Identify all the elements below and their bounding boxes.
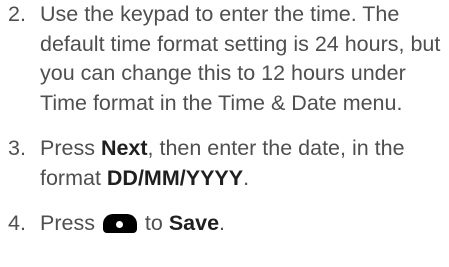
step-number: 4. [8, 211, 26, 235]
date-format-label: DD/MM/YYYY [106, 165, 244, 190]
step-number: 2. [8, 2, 26, 26]
instruction-steps: 2. Use the keypad to enter the time. The… [8, 0, 444, 239]
step-text: Use the keypad to enter the time. The de… [40, 2, 441, 115]
step-text-part: Press [40, 211, 101, 235]
step-text-part: Press [40, 136, 101, 160]
next-label: Next [100, 136, 148, 160]
step-number: 3. [8, 136, 26, 160]
keypad-key-icon [102, 214, 137, 233]
step-text: Press Next, then enter the date, in the … [40, 134, 444, 193]
step-text-part: to [138, 211, 169, 235]
step-text-part: . [219, 211, 226, 235]
step-4: 4. Press to Save. [8, 209, 444, 239]
step-3: 3. Press Next, then enter the date, in t… [8, 134, 444, 193]
step-text-part: . [243, 165, 250, 190]
step-2: 2. Use the keypad to enter the time. The… [8, 0, 444, 118]
save-label: Save [168, 211, 220, 235]
step-text: Press to Save. [40, 209, 444, 239]
